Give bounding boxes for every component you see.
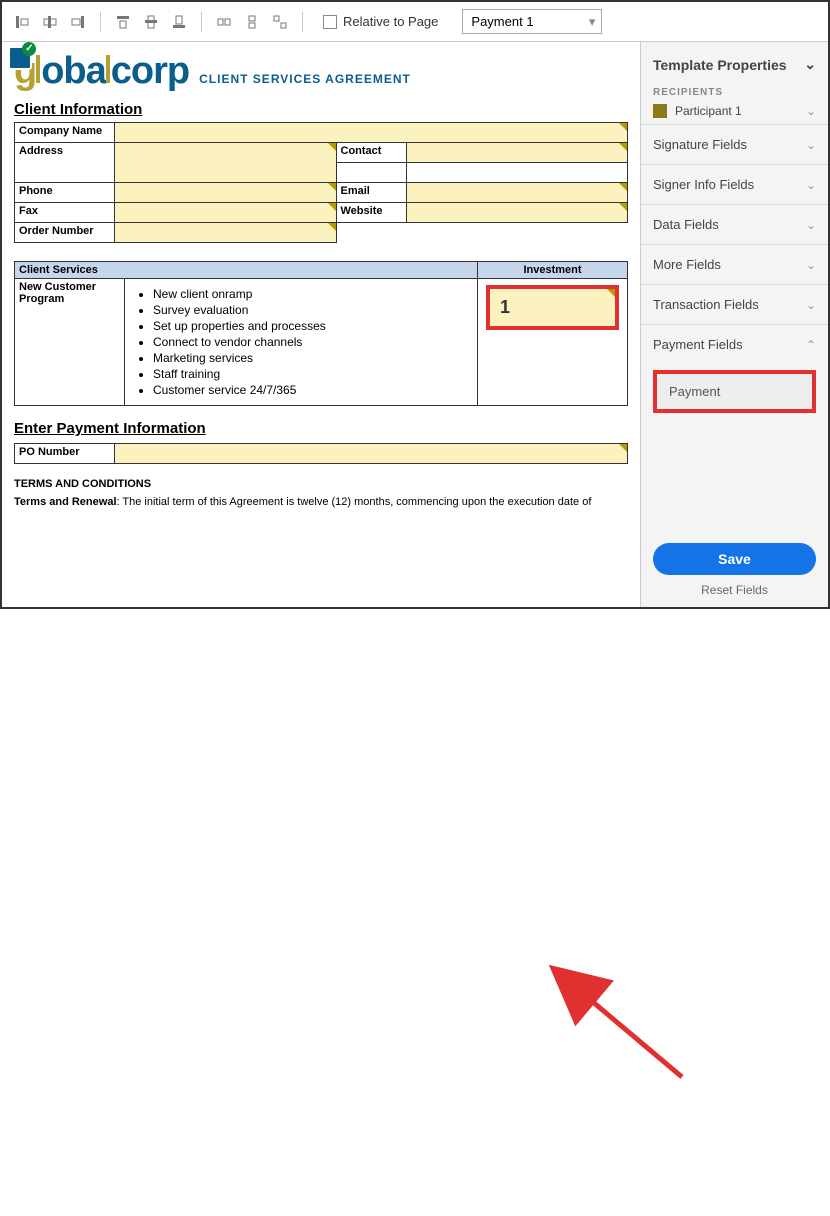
toolbar-separator: [302, 12, 303, 32]
accordion-transaction[interactable]: Transaction Fields⌄: [641, 284, 828, 324]
program-label: New Customer Program: [15, 279, 125, 406]
participant-swatch-icon: [653, 104, 667, 118]
investment-header: Investment: [478, 262, 628, 279]
chevron-down-icon: ⌄: [806, 104, 816, 118]
chevron-down-icon: ⌄: [804, 56, 816, 73]
service-item: Staff training: [153, 367, 463, 381]
accordion-signature[interactable]: Signature Fields⌄: [641, 124, 828, 164]
service-item: New client onramp: [153, 287, 463, 301]
field-phone[interactable]: [115, 183, 337, 203]
chevron-down-icon: ⌄: [806, 138, 816, 152]
field-fax[interactable]: [115, 203, 337, 223]
field-website[interactable]: [406, 203, 628, 223]
align-btn-5[interactable]: [139, 10, 163, 34]
chevron-down-icon: ⌄: [806, 218, 816, 232]
toolbar: Relative to Page Payment 1: [2, 2, 828, 42]
panel-title-row[interactable]: Template Properties ⌄: [641, 42, 828, 87]
chevron-down-icon: ⌄: [806, 258, 816, 272]
investment-field[interactable]: 1: [486, 285, 619, 330]
field-select-dropdown[interactable]: Payment 1: [462, 9, 602, 34]
label-phone: Phone: [15, 183, 115, 203]
field-contact[interactable]: [406, 143, 628, 163]
panel-title: Template Properties: [653, 57, 787, 73]
label-address: Address: [15, 143, 115, 183]
recipients-label: RECIPIENTS: [641, 87, 828, 98]
accordion-payment[interactable]: Payment Fields⌃: [641, 324, 828, 364]
save-button[interactable]: Save: [653, 543, 816, 575]
align-btn-6[interactable]: [167, 10, 191, 34]
service-item: Survey evaluation: [153, 303, 463, 317]
toolbar-separator: [100, 12, 101, 32]
size-btn-2[interactable]: [240, 10, 264, 34]
select-value: Payment 1: [471, 14, 533, 29]
terms-text: Terms and Renewal: The initial term of t…: [14, 496, 628, 508]
service-item: Set up properties and processes: [153, 319, 463, 333]
checkbox-icon: [323, 15, 337, 29]
align-btn-3[interactable]: [66, 10, 90, 34]
terms-heading: TERMS AND CONDITIONS: [14, 478, 628, 490]
relative-label: Relative to Page: [343, 14, 438, 29]
align-btn-2[interactable]: [38, 10, 62, 34]
label-website: Website: [336, 203, 406, 223]
chevron-down-icon: ⌄: [806, 178, 816, 192]
doc-subtitle: CLIENT SERVICES AGREEMENT: [199, 72, 411, 86]
service-item: Marketing services: [153, 351, 463, 365]
services-header: Client Services: [15, 262, 478, 279]
client-info-table: Company Name Address Contact Phone Email F…: [14, 122, 628, 243]
field-address[interactable]: [115, 143, 337, 183]
payment-field-item[interactable]: Payment: [653, 370, 816, 413]
payment-table: PO Number: [14, 443, 628, 464]
label-contact: Contact: [336, 143, 406, 163]
field-po[interactable]: [115, 444, 628, 464]
label-email: Email: [336, 183, 406, 203]
accordion-signer-info[interactable]: Signer Info Fields⌄: [641, 164, 828, 204]
field-company[interactable]: [115, 123, 628, 143]
label-po: PO Number: [15, 444, 115, 464]
services-list-cell: New client onramp Survey evaluation Set up…: [125, 279, 478, 406]
participant-name: Participant 1: [675, 104, 742, 118]
align-btn-4[interactable]: [111, 10, 135, 34]
toolbar-separator: [201, 12, 202, 32]
section-client-info: Client Information: [14, 101, 628, 118]
company-logo: gobacorp: [14, 50, 189, 93]
field-badge-icon: [8, 46, 32, 70]
services-table: Client ServicesInvestment New Customer P…: [14, 261, 628, 406]
annotation-arrow: [2, 607, 830, 1216]
field-order[interactable]: [115, 223, 337, 243]
service-item: Connect to vendor channels: [153, 335, 463, 349]
relative-to-page-toggle[interactable]: Relative to Page: [323, 14, 438, 29]
chevron-down-icon: ⌄: [806, 298, 816, 312]
label-company: Company Name: [15, 123, 115, 143]
section-payment: Enter Payment Information: [14, 420, 628, 437]
accordion-data[interactable]: Data Fields⌄: [641, 204, 828, 244]
size-btn-1[interactable]: [212, 10, 236, 34]
participant-row[interactable]: Participant 1 ⌄: [641, 98, 828, 124]
service-item: Customer service 24/7/365: [153, 383, 463, 397]
document-canvas[interactable]: gobacorp CLIENT SERVICES AGREEMENT Clien…: [2, 42, 640, 607]
field-email[interactable]: [406, 183, 628, 203]
align-btn-1[interactable]: [10, 10, 34, 34]
properties-panel: Template Properties ⌄ RECIPIENTS Partici…: [640, 42, 828, 607]
size-btn-3[interactable]: [268, 10, 292, 34]
label-order: Order Number: [15, 223, 115, 243]
investment-cell: 1: [478, 279, 628, 406]
label-fax: Fax: [15, 203, 115, 223]
accordion-more[interactable]: More Fields⌄: [641, 244, 828, 284]
reset-fields-link[interactable]: Reset Fields: [641, 579, 828, 607]
chevron-up-icon: ⌃: [806, 338, 816, 352]
